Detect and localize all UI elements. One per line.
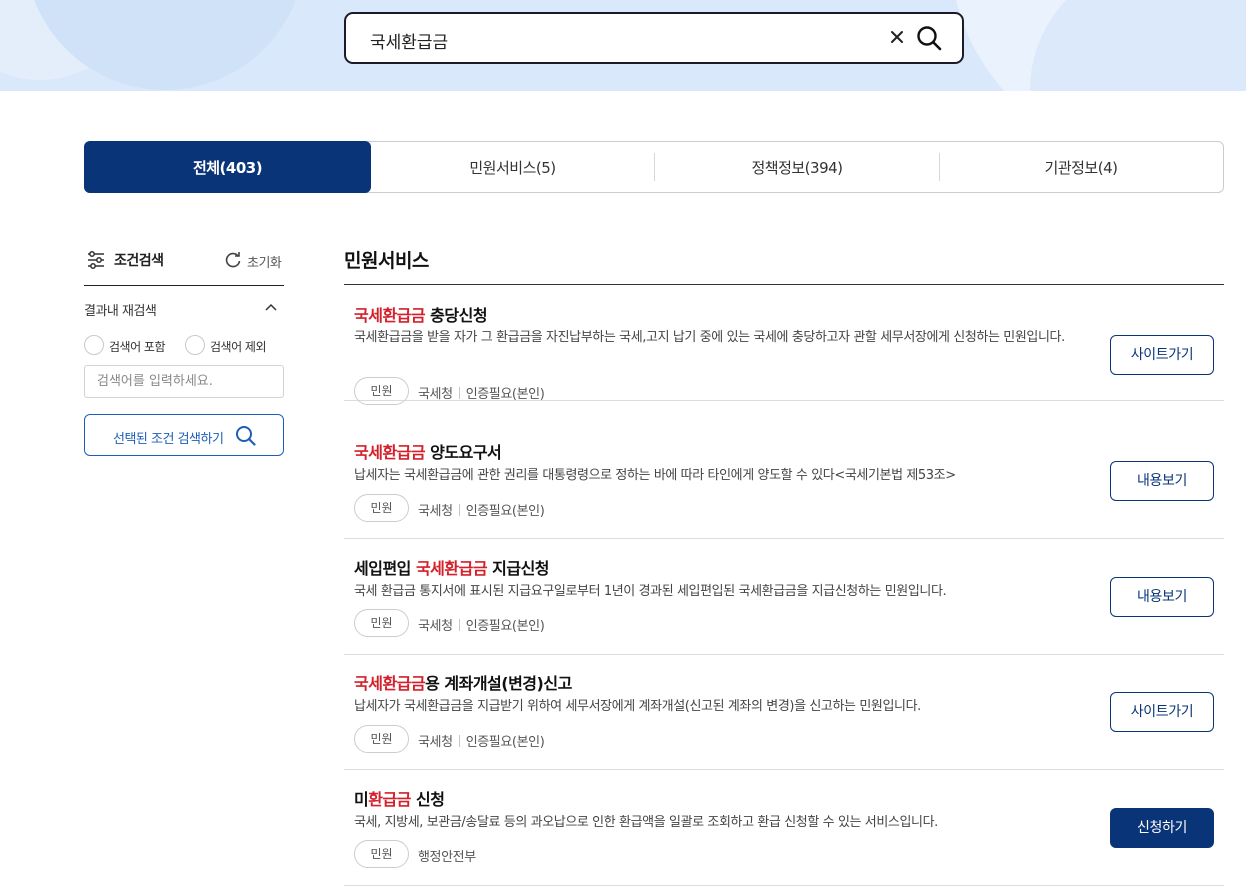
result-item: 세입편입 국세환급금 지급신청 국세 환급금 통지서에 표시된 지급요구일로부터… xyxy=(344,540,1224,655)
result-meta-text: 국세청 인증필요(본인) xyxy=(418,731,545,750)
category-tag: 민원 xyxy=(354,377,409,405)
category-tag: 민원 xyxy=(354,840,409,868)
banner-decoration xyxy=(25,0,305,90)
auth-requirement: 인증필요(본인) xyxy=(465,504,545,519)
search-banner: 국세환급금 xyxy=(0,0,1246,91)
result-description: 납세자는 국세환급금에 관한 권리를 대통령령으로 정하는 바에 따라 타인에게… xyxy=(354,468,956,483)
result-description: 국세 환급금 통지서에 표시된 지급요구일로부터 1년이 경과된 세입편입된 국… xyxy=(354,584,947,599)
view-details-button[interactable]: 내용보기 xyxy=(1110,461,1214,501)
radio-circle[interactable] xyxy=(84,335,104,355)
tab-civil-service[interactable]: 민원서비스(5) xyxy=(371,142,654,192)
category-tabs: 전체(403) 민원서비스(5) 정책정보(394) 기관정보(4) xyxy=(84,141,1224,193)
radio-exclude-keyword[interactable]: 검색어 제외 xyxy=(185,335,285,355)
filter-search-label: 선택된 조건 검색하기 xyxy=(113,432,224,447)
result-item: 국세환급금 충당신청 국세환급금을 받을 자가 그 환급금을 자진납부하는 국세… xyxy=(344,286,1224,405)
result-title-suffix: 신청 xyxy=(410,790,445,809)
category-tag: 민원 xyxy=(354,494,409,522)
filter-search-button[interactable]: 선택된 조건 검색하기 xyxy=(84,414,284,456)
category-tag: 민원 xyxy=(354,725,409,753)
result-item: 국세환급금 양도요구서 납세자는 국세환급금에 관한 권리를 대통령령으로 정하… xyxy=(344,424,1224,539)
filter-title: 조건검색 xyxy=(114,253,164,269)
view-details-button[interactable]: 내용보기 xyxy=(1110,577,1214,617)
apply-button[interactable]: 신청하기 xyxy=(1110,808,1214,848)
result-meta-text: 국세청 인증필요(본인) xyxy=(418,383,545,402)
tab-all[interactable]: 전체(403) xyxy=(84,141,371,193)
result-title-suffix: 충당신청 xyxy=(425,306,488,325)
result-description: 납세자가 국세환급금을 지급받기 위하여 세무서장에게 계좌개설(신고된 계좌의… xyxy=(354,699,921,714)
result-item: 국세환급금용 계좌개설(변경)신고 납세자가 국세환급금을 지급받기 위하여 세… xyxy=(344,655,1224,770)
close-icon[interactable] xyxy=(886,26,908,48)
result-meta-text: 국세청 인증필요(본인) xyxy=(418,500,545,519)
result-meta-text: 행정안전부 xyxy=(418,846,476,865)
result-title-highlight: 국세환급금 xyxy=(354,306,426,325)
section-title: 민원서비스 xyxy=(344,250,429,272)
meta-separator xyxy=(458,387,460,399)
radio-label: 검색어 제외 xyxy=(210,340,267,354)
radio-label: 검색어 포함 xyxy=(109,340,166,354)
re-search-input[interactable] xyxy=(84,365,284,398)
refresh-icon xyxy=(225,252,241,268)
divider xyxy=(344,284,1224,285)
result-title[interactable]: 국세환급금용 계좌개설(변경)신고 xyxy=(354,670,572,694)
result-title-prefix: 세입편입 xyxy=(354,559,416,578)
meta-separator xyxy=(458,735,460,747)
re-search-title[interactable]: 결과내 재검색 xyxy=(84,300,157,319)
result-title-prefix: 미 xyxy=(354,790,369,809)
agency-name: 국세청 xyxy=(418,387,453,402)
site-link-button[interactable]: 사이트가기 xyxy=(1110,692,1214,732)
search-input[interactable]: 국세환급금 xyxy=(344,12,964,64)
meta-separator xyxy=(458,504,460,516)
result-title-suffix: 용 계좌개설(변경)신고 xyxy=(425,674,572,693)
auth-requirement: 인증필요(본인) xyxy=(465,619,545,634)
auth-requirement: 인증필요(본인) xyxy=(465,387,545,402)
result-title-suffix: 지급신청 xyxy=(487,559,550,578)
result-title[interactable]: 국세환급금 충당신청 xyxy=(354,302,488,326)
result-title-highlight: 환급금 xyxy=(368,790,411,809)
sliders-icon xyxy=(88,251,104,269)
search-query-text[interactable]: 국세환급금 xyxy=(370,28,448,53)
result-title[interactable]: 국세환급금 양도요구서 xyxy=(354,439,502,463)
agency-name: 행정안전부 xyxy=(418,850,476,865)
result-item: 미환급금 신청 국세, 지방세, 보관금/송달료 등의 과오납으로 인한 환급액… xyxy=(344,771,1224,886)
result-title-suffix: 양도요구서 xyxy=(425,443,502,462)
radio-circle[interactable] xyxy=(185,335,205,355)
agency-name: 국세청 xyxy=(418,504,453,519)
site-link-button[interactable]: 사이트가기 xyxy=(1110,335,1214,375)
chevron-up-icon[interactable] xyxy=(264,301,278,313)
reset-label: 초기화 xyxy=(247,256,282,271)
tab-agency-info[interactable]: 기관정보(4) xyxy=(940,142,1222,192)
result-title[interactable]: 미환급금 신청 xyxy=(354,786,445,810)
agency-name: 국세청 xyxy=(418,619,453,634)
result-description: 국세환급금을 받을 자가 그 환급금을 자진납부하는 국세,고지 납기 중에 있… xyxy=(354,330,1065,345)
result-title-highlight: 국세환급금 xyxy=(354,674,426,693)
result-meta-text: 국세청 인증필요(본인) xyxy=(418,615,545,634)
search-icon[interactable] xyxy=(916,25,942,51)
divider xyxy=(84,285,284,286)
radio-include-keyword[interactable]: 검색어 포함 xyxy=(84,335,174,355)
result-description: 국세, 지방세, 보관금/송달료 등의 과오납으로 인한 환급액을 일괄로 조회… xyxy=(354,815,938,830)
result-title-highlight: 국세환급금 xyxy=(354,443,426,462)
reset-button[interactable]: 초기화 xyxy=(224,250,286,271)
banner-decoration xyxy=(1030,0,1246,91)
auth-requirement: 인증필요(본인) xyxy=(465,735,545,750)
agency-name: 국세청 xyxy=(418,735,453,750)
meta-separator xyxy=(458,619,460,631)
category-tag: 민원 xyxy=(354,609,409,637)
filter-header: 조건검색 초기화 xyxy=(84,248,284,272)
tab-policy-info[interactable]: 정책정보(394) xyxy=(655,142,939,192)
result-title-highlight: 국세환급금 xyxy=(415,559,488,578)
result-title[interactable]: 세입편입 국세환급금 지급신청 xyxy=(354,555,550,579)
search-icon xyxy=(236,426,256,446)
